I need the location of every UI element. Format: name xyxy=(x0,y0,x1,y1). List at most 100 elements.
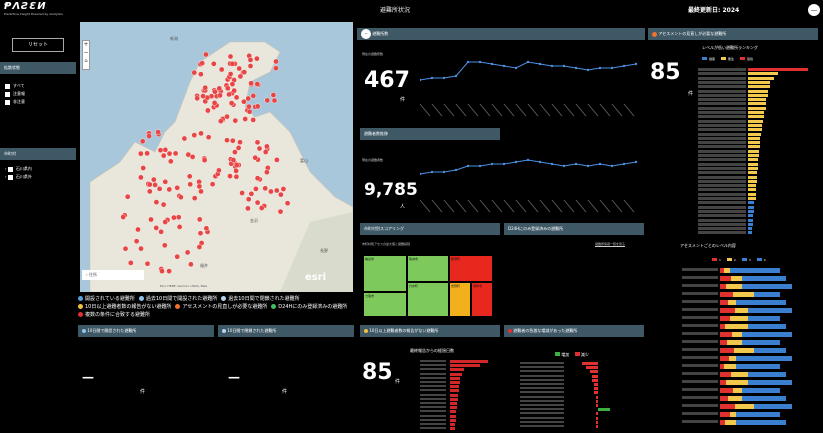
shelter-pin[interactable] xyxy=(216,167,222,174)
map-search-input[interactable]: › 住所 xyxy=(82,270,144,280)
shelter-pin[interactable] xyxy=(228,100,235,106)
shelter-pin[interactable] xyxy=(174,184,180,191)
shelter-pin[interactable] xyxy=(203,51,209,58)
shelter-pin[interactable] xyxy=(270,92,277,98)
shelter-pin[interactable] xyxy=(246,103,252,110)
shelter-pin[interactable] xyxy=(233,162,240,168)
expand-chevron-icon[interactable]: › xyxy=(5,174,7,179)
shelter-pin[interactable] xyxy=(133,238,140,244)
shelter-pin[interactable] xyxy=(178,194,184,200)
shelter-pin[interactable] xyxy=(273,58,279,65)
zoom-in-button[interactable]: + xyxy=(83,41,89,49)
shelter-pin[interactable] xyxy=(162,147,169,153)
filter-all[interactable]: すべて xyxy=(5,82,65,90)
shelter-pin[interactable] xyxy=(233,94,240,101)
shelter-pin[interactable] xyxy=(212,88,218,95)
city-treemap[interactable]: 輪島市 珠洲市 能登町 七尾市 穴水町 志賀町 羽咋市 xyxy=(363,255,493,317)
shelter-pin[interactable] xyxy=(205,107,211,114)
shelter-pin[interactable] xyxy=(124,193,131,200)
shelter-pin[interactable] xyxy=(237,73,244,80)
shelter-pin[interactable] xyxy=(191,132,198,138)
shelter-pin[interactable] xyxy=(280,186,287,192)
city-item-inside[interactable]: › 石川県内 xyxy=(5,165,65,173)
shelter-pin[interactable] xyxy=(138,245,144,252)
shelter-pin[interactable] xyxy=(147,188,153,195)
shelter-pin[interactable] xyxy=(156,185,163,192)
treemap-tile[interactable]: 志賀町 xyxy=(449,282,471,317)
shelter-pin[interactable] xyxy=(227,71,234,77)
map-canvas[interactable]: 新潟 富山 金沢 福井 長野 xyxy=(80,22,353,292)
shelter-pin[interactable] xyxy=(197,230,204,236)
user-avatar[interactable]: — xyxy=(808,4,820,16)
shelter-pin[interactable] xyxy=(160,152,167,159)
shelter-pin[interactable] xyxy=(247,63,254,69)
shelter-pin[interactable] xyxy=(203,225,210,232)
shelter-pin[interactable] xyxy=(241,98,247,105)
shelter-pin[interactable] xyxy=(184,249,191,256)
shelter-pin[interactable] xyxy=(152,182,158,188)
checkbox[interactable] xyxy=(7,166,13,172)
shelter-pin[interactable] xyxy=(139,138,146,145)
shelter-pin[interactable] xyxy=(264,143,270,150)
treemap-tile[interactable]: 羽咋市 xyxy=(471,282,493,317)
shelter-pin[interactable] xyxy=(236,65,242,72)
shelter-pin[interactable] xyxy=(159,268,165,274)
shelter-pin[interactable] xyxy=(147,181,153,188)
shelter-map[interactable]: 新潟 富山 金沢 福井 長野 + − ⌂ › 住所 esri Esri, HER… xyxy=(80,22,353,292)
checkbox[interactable] xyxy=(5,83,10,89)
shelter-pin[interactable] xyxy=(135,226,141,233)
shelter-pin[interactable] xyxy=(224,137,230,143)
shelter-pin[interactable] xyxy=(144,150,150,157)
shelter-pin[interactable] xyxy=(144,260,151,267)
zoom-out-button[interactable]: − xyxy=(83,49,89,57)
shelter-pin[interactable] xyxy=(194,95,200,102)
shelter-pin[interactable] xyxy=(273,65,279,72)
shelter-pin[interactable] xyxy=(278,191,284,198)
shelter-pin[interactable] xyxy=(196,183,203,190)
shelter-pin[interactable] xyxy=(268,188,274,195)
shelter-pin[interactable] xyxy=(198,130,204,137)
shelter-pin[interactable] xyxy=(231,87,237,94)
shelter-pin[interactable] xyxy=(187,181,193,188)
shelter-pin[interactable] xyxy=(162,219,168,225)
shelter-pin[interactable] xyxy=(245,95,251,102)
shelter-pin[interactable] xyxy=(151,176,157,183)
shelter-pin[interactable] xyxy=(174,253,180,260)
shelter-pin[interactable] xyxy=(201,157,208,163)
filter-non-warning[interactable]: 非注意 xyxy=(5,98,65,106)
treemap-tile[interactable]: 珠洲市 xyxy=(407,255,449,282)
shelter-pin[interactable] xyxy=(217,92,223,99)
shelter-pin[interactable] xyxy=(258,205,265,211)
shelter-pin[interactable] xyxy=(250,117,256,123)
shelter-pin[interactable] xyxy=(196,216,203,223)
treemap-tile[interactable]: 穴水町 xyxy=(407,282,449,317)
filter-warning[interactable]: 注意報 xyxy=(5,90,65,98)
expand-chevron-icon[interactable]: › xyxy=(5,166,7,171)
shelter-pin[interactable] xyxy=(198,188,204,195)
shelter-pin[interactable] xyxy=(175,214,182,220)
checkbox[interactable] xyxy=(7,174,13,180)
shelter-pin[interactable] xyxy=(227,53,234,60)
shelter-pin[interactable] xyxy=(233,173,240,180)
reset-button[interactable]: リセット xyxy=(12,38,64,52)
shelter-pin[interactable] xyxy=(138,174,144,181)
shelter-pin[interactable] xyxy=(217,118,224,124)
shelter-pin[interactable] xyxy=(191,69,198,76)
shelter-pin[interactable] xyxy=(191,195,198,201)
collapse-icon[interactable]: − xyxy=(361,29,371,39)
treemap-tile[interactable]: 七尾市 xyxy=(363,292,407,317)
shelter-pin[interactable] xyxy=(172,150,179,157)
shelter-pin[interactable] xyxy=(224,85,231,92)
shelter-pin[interactable] xyxy=(274,157,280,163)
shelter-pin[interactable] xyxy=(264,169,270,175)
shelter-pin[interactable] xyxy=(166,150,173,157)
shelter-pin[interactable] xyxy=(168,158,174,165)
shelter-pin[interactable] xyxy=(271,97,278,104)
shelter-pin[interactable] xyxy=(256,145,263,152)
shelter-pin[interactable] xyxy=(155,129,161,135)
shelter-pin[interactable] xyxy=(262,185,268,192)
shelter-pin[interactable] xyxy=(245,205,251,212)
shelter-pin[interactable] xyxy=(196,244,203,250)
shelter-pin[interactable] xyxy=(162,242,168,249)
shelter-pin[interactable] xyxy=(227,173,233,179)
